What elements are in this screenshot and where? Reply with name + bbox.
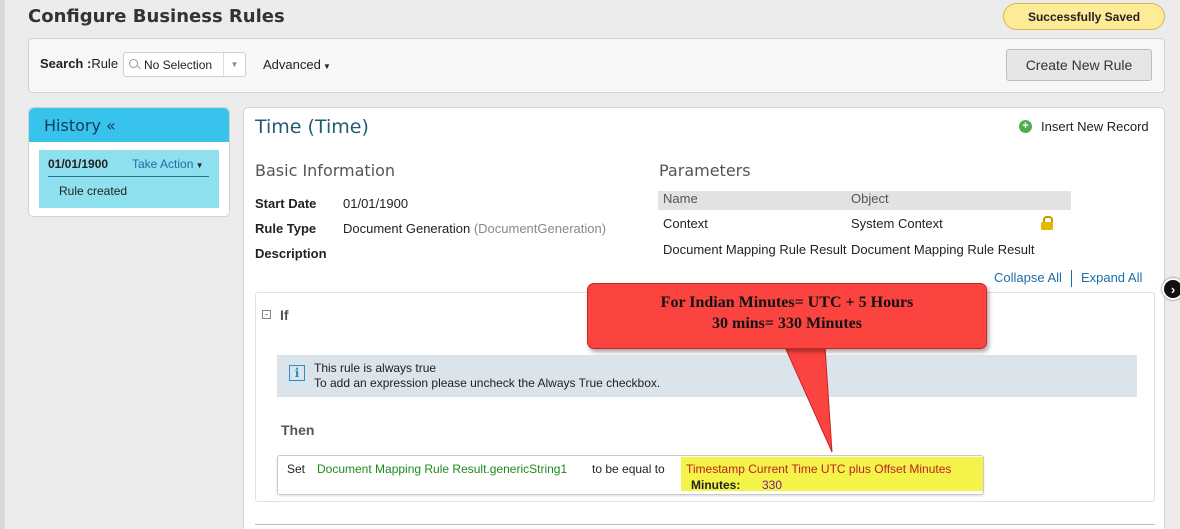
start-date-label: Start Date xyxy=(255,196,317,211)
search-bar: Search :Rule No Selection ▼ Advanced ▼ C… xyxy=(28,38,1165,93)
column-header-object: Object xyxy=(851,191,889,206)
parameters-heading: Parameters xyxy=(659,161,751,180)
basic-info-heading: Basic Information xyxy=(255,161,396,180)
rule-type-label: Rule Type xyxy=(255,221,317,236)
chevron-down-icon[interactable]: ▼ xyxy=(223,53,245,76)
parameters-header-row: Name Object xyxy=(658,191,1071,210)
column-header-name: Name xyxy=(663,191,698,206)
description-label: Description xyxy=(255,246,327,261)
status-badge: Successfully Saved xyxy=(1003,3,1165,30)
rule-select[interactable]: No Selection ▼ xyxy=(123,52,246,77)
insert-new-record-label: Insert New Record xyxy=(1041,119,1149,134)
window-left-edge xyxy=(0,0,5,529)
history-entry-date: 01/01/1900 xyxy=(48,157,109,171)
rule-type-code: (DocumentGeneration) xyxy=(473,221,607,236)
collapse-expand-links: Collapse All Expand All xyxy=(994,270,1142,287)
rule-type-name: Document Generation xyxy=(343,221,471,236)
history-entry-text: Rule created xyxy=(59,184,128,198)
page-title: Configure Business Rules xyxy=(28,6,285,27)
rule-title: Time (Time) xyxy=(255,116,369,138)
collapse-all-link[interactable]: Collapse All xyxy=(994,270,1062,287)
rule-select-value: No Selection xyxy=(144,57,213,72)
minutes-label: Minutes: xyxy=(691,478,741,492)
search-label-bold: Search : xyxy=(40,56,92,71)
advanced-label: Advanced xyxy=(263,57,321,72)
start-date-value: 01/01/1900 xyxy=(343,196,409,211)
create-new-rule-button[interactable]: Create New Rule xyxy=(1006,49,1152,81)
lock-icon xyxy=(1041,216,1053,230)
equal-text: to be equal to xyxy=(592,462,665,476)
info-message: i This rule is always true To add an exp… xyxy=(277,355,1137,397)
link-separator xyxy=(1070,270,1072,287)
then-action-row: Set Document Mapping Rule Result.generic… xyxy=(277,455,984,495)
param-name: Document Mapping Rule Result xyxy=(663,241,847,257)
minus-square-icon[interactable]: - xyxy=(262,310,271,319)
insert-new-record-link[interactable]: + Insert New Record xyxy=(1019,119,1149,134)
section-divider xyxy=(255,524,1155,525)
chevron-right-icon[interactable]: › xyxy=(1162,278,1180,300)
history-toggle[interactable]: History « xyxy=(29,108,229,142)
minutes-value[interactable]: 330 xyxy=(762,478,782,492)
plus-circle-icon: + xyxy=(1019,120,1032,133)
then-label: Then xyxy=(281,422,315,438)
history-divider xyxy=(48,176,209,177)
caret-down-icon: ▼ xyxy=(193,161,204,170)
take-action-dropdown[interactable]: Take Action ▼ xyxy=(132,157,204,171)
parameters-table: Name Object Context System Context Docum… xyxy=(658,191,1071,262)
table-row: Context System Context xyxy=(658,210,1071,236)
callout-line-1: For Indian Minutes= UTC + 5 Hours xyxy=(660,294,914,311)
callout-line-2: 30 mins= 330 Minutes xyxy=(711,315,862,332)
info-line-2: To add an expression please uncheck the … xyxy=(314,376,661,390)
target-field-link[interactable]: Document Mapping Rule Result.genericStri… xyxy=(317,462,567,476)
table-row: Document Mapping Rule Result Document Ma… xyxy=(658,236,1071,262)
search-icon xyxy=(129,58,141,71)
info-line-1: This rule is always true xyxy=(314,361,437,375)
history-panel: History « 01/01/1900 Take Action ▼ Rule … xyxy=(28,107,230,217)
info-icon: i xyxy=(289,365,305,381)
caret-down-icon: ▼ xyxy=(320,62,331,71)
advanced-dropdown[interactable]: Advanced ▼ xyxy=(263,57,331,72)
history-entry: 01/01/1900 Take Action ▼ Rule created xyxy=(39,150,219,208)
param-object: System Context xyxy=(851,215,943,231)
param-name: Context xyxy=(663,215,708,231)
annotation-callout: For Indian Minutes= UTC + 5 Hours 30 min… xyxy=(587,283,987,349)
param-object: Document Mapping Rule Result xyxy=(851,241,1035,257)
if-label: If xyxy=(280,307,289,323)
expand-all-link[interactable]: Expand All xyxy=(1081,270,1142,287)
take-action-label: Take Action xyxy=(132,157,194,171)
rule-type-value: Document Generation (DocumentGeneration) xyxy=(343,221,606,236)
set-word: Set xyxy=(287,462,306,476)
search-label-field: Rule xyxy=(91,56,119,71)
search-label: Search :Rule xyxy=(40,56,118,71)
